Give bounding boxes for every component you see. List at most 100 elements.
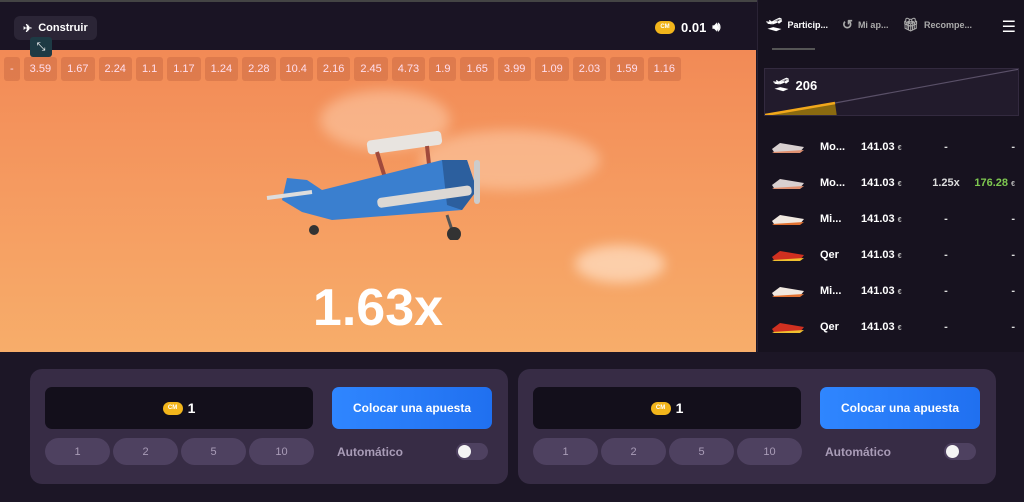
win-value: - — [1011, 249, 1015, 261]
bet-panel-2: CM 1 Colocar una apuesta 1 2 5 10 Automático — [518, 369, 996, 484]
plane-avatar-icon — [772, 143, 804, 153]
history-chip[interactable]: - — [4, 57, 20, 81]
build-button[interactable]: ✈ Construir — [14, 16, 97, 40]
player-name: Mo... — [820, 177, 846, 189]
quick-amount-button[interactable]: 1 — [533, 438, 598, 465]
quick-amount-button[interactable]: 10 — [249, 438, 314, 465]
quick-amount-button[interactable]: 5 — [669, 438, 734, 465]
bet-value: 141.03 — [861, 249, 895, 261]
history-icon: ↺ — [842, 17, 853, 32]
bet-panel-1: CM 1 Colocar una apuesta 1 2 5 10 Automático — [30, 369, 508, 484]
coin-icon: CM — [655, 20, 675, 34]
history-chip[interactable]: 4.73 — [391, 57, 426, 81]
player-name: Mi... — [820, 285, 842, 297]
player-name: Qer — [820, 249, 839, 261]
currency: € — [897, 325, 902, 332]
game-area: -3.59 1.67 2.24 1.1 1.17 1.24 2.28 10.4 2.16 2.45… — [0, 50, 756, 352]
players-count-value: 206 — [795, 77, 818, 93]
bet-value: 141.03 — [861, 213, 895, 225]
player-bet: 141.03 € — [861, 177, 902, 189]
win-value: - — [1011, 213, 1015, 225]
multiplier-display: 1.63x — [312, 279, 444, 337]
currency: € — [897, 145, 902, 152]
history-chip[interactable]: 2.16 — [316, 57, 351, 81]
history-chip[interactable]: 2.45 — [354, 57, 388, 81]
quick-amount-button[interactable]: 5 — [181, 438, 246, 465]
plane-takeoff-icon: 🛫︎ — [766, 17, 783, 32]
player-row: Mi... 141.03 € - - — [758, 281, 1024, 301]
player-bet: 141.03 € — [861, 213, 902, 225]
menu-icon[interactable]: ☰ — [1002, 17, 1016, 37]
balance: CM 0.01 🔊︎ — [655, 19, 721, 35]
history-strip: -3.59 1.67 2.24 1.1 1.17 1.24 2.28 10.4 2.16 2.45… — [4, 57, 682, 81]
auto-toggle[interactable] — [944, 443, 976, 460]
plane-avatar-icon — [772, 323, 804, 333]
player-bet: 141.03 € — [861, 249, 902, 261]
player-bet: 141.03 € — [861, 141, 902, 153]
players-panel: 🛫︎ Particip... ↺ Mi ap... 🎁︎ Recompe... ☰ 🛫︎ 2… — [757, 0, 1024, 352]
bet-value: 141.03 — [861, 141, 895, 153]
history-chip[interactable]: 1.59 — [610, 57, 644, 81]
bet-value: 141.03 — [861, 177, 895, 189]
bet-amount-value: 1 — [675, 400, 684, 416]
bet-amount-input[interactable]: CM 1 — [533, 387, 801, 429]
plane-avatar-icon — [772, 215, 804, 225]
tab-0[interactable]: 🛫︎ Particip... — [766, 17, 828, 33]
history-chip[interactable]: 2.28 — [242, 57, 276, 81]
bet-value: 141.03 — [861, 285, 895, 297]
place-bet-button[interactable]: Colocar una apuesta — [332, 387, 492, 429]
bet-value: 141.03 — [861, 321, 895, 333]
collapse-icon[interactable]: ⤡ — [30, 37, 52, 57]
active-tab-indicator — [772, 48, 815, 50]
place-bet-button[interactable]: Colocar una apuesta — [820, 387, 980, 429]
plane-takeoff-icon: 🛫︎ — [773, 77, 790, 92]
quick-amount-button[interactable]: 2 — [113, 438, 178, 465]
plane-avatar-icon — [772, 179, 804, 189]
currency: € — [897, 253, 902, 260]
history-chip[interactable]: 1.17 — [167, 57, 201, 81]
auto-toggle[interactable] — [456, 443, 488, 460]
plane-avatar-icon — [772, 287, 804, 297]
currency: € — [897, 181, 902, 188]
tab-2[interactable]: 🎁︎ Recompe... — [902, 17, 972, 33]
player-row: Qer 141.03 € - - — [758, 245, 1024, 265]
history-chip[interactable]: 10.4 — [279, 57, 313, 81]
player-row: Qer 141.03 € - - — [758, 317, 1024, 337]
win-value: - — [1011, 321, 1015, 333]
plane-avatar-icon — [772, 251, 804, 261]
players-chart: 🛫︎ 206 — [764, 68, 1019, 116]
quick-amount-button[interactable]: 1 — [45, 438, 110, 465]
tab-label: Recompe... — [923, 20, 972, 30]
player-win: - — [955, 213, 1015, 225]
win-value: - — [1011, 285, 1015, 297]
history-chip[interactable]: 2.03 — [572, 57, 607, 81]
tab-label: Mi ap... — [857, 20, 889, 30]
history-chip[interactable]: 2.24 — [98, 57, 132, 81]
tab-1[interactable]: ↺ Mi ap... — [842, 17, 888, 33]
player-name: Mi... — [820, 213, 842, 225]
quick-amount-button[interactable]: 2 — [601, 438, 666, 465]
player-name: Qer — [820, 321, 839, 333]
player-row: Mo... 141.03 € - - — [758, 137, 1024, 157]
bet-amount-value: 1 — [187, 400, 196, 416]
quick-amount-button[interactable]: 10 — [737, 438, 802, 465]
sound-icon[interactable]: 🔊︎ — [712, 19, 720, 35]
history-chip[interactable]: 3.59 — [23, 57, 58, 81]
bet-amount-input[interactable]: CM 1 — [45, 387, 313, 429]
coin-icon: CM — [162, 401, 183, 415]
player-row: Mi... 141.03 € - - — [758, 209, 1024, 229]
player-bet: 141.03 € — [861, 321, 902, 333]
history-chip[interactable]: 1.9 — [429, 57, 457, 81]
player-bet: 141.03 € — [861, 285, 902, 297]
balance-value: 0.01 — [681, 19, 707, 35]
history-chip[interactable]: 3.99 — [497, 57, 532, 81]
history-chip[interactable]: 1.65 — [460, 57, 494, 81]
history-chip[interactable]: 1.24 — [204, 57, 239, 81]
player-row: Mo... 141.03 € 1.25x 176.28 € — [758, 173, 1024, 193]
players-count: 🛫︎ 206 — [773, 77, 817, 93]
history-chip[interactable]: 1.09 — [535, 57, 569, 81]
history-chip[interactable]: 1.1 — [135, 57, 164, 81]
history-chip[interactable]: 1.67 — [61, 57, 95, 81]
player-win: - — [955, 249, 1015, 261]
history-chip[interactable]: 1.16 — [647, 57, 682, 81]
